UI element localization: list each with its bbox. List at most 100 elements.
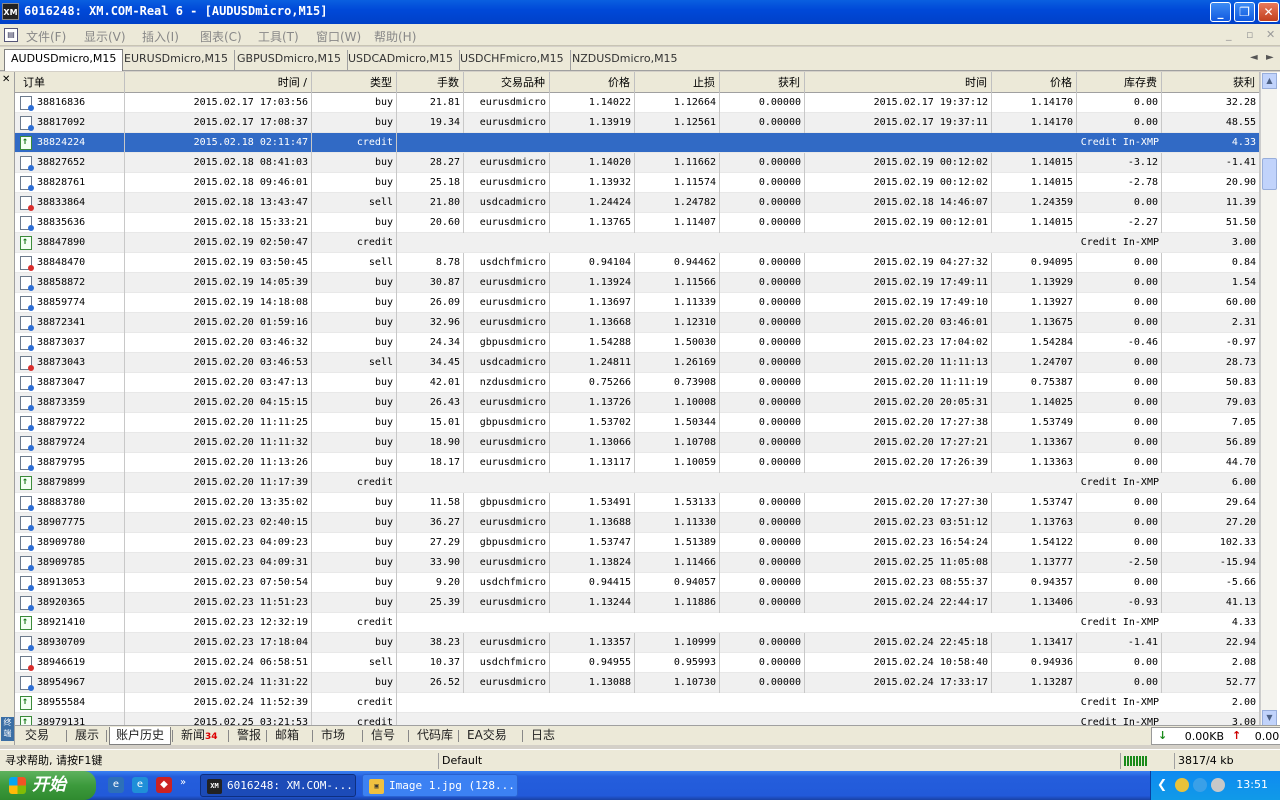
table-row[interactable]: 38907775 2015.02.23 02:40:15 buy 36.27 eurus… xyxy=(15,513,1260,533)
close-button[interactable]: ✕ xyxy=(1258,2,1279,22)
table-row[interactable]: 38873047 2015.02.20 03:47:13 buy 42.01 nzdus… xyxy=(15,373,1260,393)
menu-tools[interactable]: 工具(T) xyxy=(258,28,299,45)
mdi-minimize-button[interactable]: _ xyxy=(1226,28,1232,41)
cell-type: buy xyxy=(312,93,397,113)
table-row[interactable]: 38913053 2015.02.23 07:50:54 buy 9.20 usdchf… xyxy=(15,573,1260,593)
column-header-take-profit[interactable]: 获利 xyxy=(720,72,805,93)
chart-tab-nzdusd[interactable]: NZDUSDmicro,M15 xyxy=(566,50,684,70)
chart-tab-audusd[interactable]: AUDUSDmicro,M15 xyxy=(4,49,124,71)
table-row[interactable]: 389555842015.02.24 11:52:39credit Credit … xyxy=(15,693,1260,713)
terminal-tab-7[interactable]: 信号 xyxy=(365,727,401,745)
chart-tab-gbpusd[interactable]: GBPUSDmicro,M15 xyxy=(231,50,349,70)
chart-tab-usdcad[interactable]: USDCADmicro,M15 xyxy=(342,50,460,70)
explorer-quicklaunch-icon[interactable]: e xyxy=(108,777,124,793)
column-header-swap[interactable]: 库存费 xyxy=(1077,72,1162,93)
cell-profit: 4.33 xyxy=(1162,133,1260,153)
terminal-tab-10[interactable]: 日志 xyxy=(525,727,561,745)
chart-tab-usdchf[interactable]: USDCHFmicro,M15 xyxy=(454,50,571,70)
column-header-open-time[interactable]: 时间 / xyxy=(125,72,312,93)
column-header-close-price[interactable]: 价格 xyxy=(992,72,1077,93)
table-row[interactable]: 388242242015.02.18 02:11:47credit Credit … xyxy=(15,133,1260,153)
table-row[interactable]: 38833864 2015.02.18 13:43:47 sell 21.80 usdc… xyxy=(15,193,1260,213)
table-row[interactable]: 38946619 2015.02.24 06:58:51 sell 10.37 usdc… xyxy=(15,653,1260,673)
table-row[interactable]: 38954967 2015.02.24 11:31:22 buy 26.52 eurus… xyxy=(15,673,1260,693)
document-icon[interactable]: ▤ xyxy=(4,28,18,42)
menu-file[interactable]: 文件(F) xyxy=(26,28,66,45)
terminal-tab-5[interactable]: 邮箱 xyxy=(269,727,305,745)
terminal-tab-0[interactable]: 交易 xyxy=(19,727,55,745)
mdi-restore-button[interactable]: ▫ xyxy=(1246,28,1253,41)
menu-view[interactable]: 显示(V) xyxy=(84,28,126,45)
table-row[interactable]: 38879795 2015.02.20 11:13:26 buy 18.17 eurus… xyxy=(15,453,1260,473)
maximize-button[interactable]: ❐ xyxy=(1234,2,1255,22)
table-row[interactable]: 38848470 2015.02.19 03:50:45 sell 8.78 usdch… xyxy=(15,253,1260,273)
table-row[interactable]: 38859774 2015.02.19 14:18:08 buy 26.09 eurus… xyxy=(15,293,1260,313)
table-row[interactable]: 389214102015.02.23 12:32:19credit Credit … xyxy=(15,613,1260,633)
table-row[interactable]: 38835636 2015.02.18 15:33:21 buy 20.60 eurus… xyxy=(15,213,1260,233)
table-row[interactable]: 38909780 2015.02.23 04:09:23 buy 27.29 gbpus… xyxy=(15,533,1260,553)
tab-scroll-right-icon[interactable]: ► xyxy=(1266,52,1274,63)
minimize-button[interactable]: _ xyxy=(1210,2,1231,22)
menu-charts[interactable]: 图表(C) xyxy=(200,28,242,45)
terminal-tab-2[interactable]: 账户历史 xyxy=(109,727,172,745)
table-row[interactable]: 38873037 2015.02.20 03:46:32 buy 24.34 gbpus… xyxy=(15,333,1260,353)
terminal-tab-6[interactable]: 市场 xyxy=(315,727,351,745)
task-image[interactable]: ▣ Image 1.jpg (128... xyxy=(362,774,518,797)
terminal-tab-3[interactable]: 新闻34 xyxy=(175,727,224,745)
column-header-close-time[interactable]: 时间 xyxy=(805,72,992,93)
table-row[interactable]: 38828761 2015.02.18 09:46:01 buy 25.18 eurus… xyxy=(15,173,1260,193)
task-mt4[interactable]: XM 6016248: XM.COM-... xyxy=(200,774,356,797)
column-header-profit[interactable]: 获利 xyxy=(1162,72,1260,93)
column-header-type[interactable]: 类型 xyxy=(312,72,397,93)
start-button[interactable]: 开始 xyxy=(0,771,96,800)
table-row[interactable]: 38827652 2015.02.18 08:41:03 buy 28.27 eurus… xyxy=(15,153,1260,173)
column-header-order[interactable]: 订单 xyxy=(15,72,125,93)
cell-order: 38909780 xyxy=(15,533,125,553)
menu-insert[interactable]: 插入(I) xyxy=(142,28,179,45)
column-header-symbol[interactable]: 交易品种 xyxy=(464,72,550,93)
tray-network-icon[interactable] xyxy=(1193,778,1207,792)
mdi-close-button[interactable]: ✕ xyxy=(1266,28,1275,41)
tray-expand-icon[interactable]: ❮ xyxy=(1157,777,1167,791)
cell-open-time: 2015.02.23 04:09:23 xyxy=(125,533,312,553)
terminal-tab-8[interactable]: 代码库 xyxy=(411,727,459,745)
scroll-thumb[interactable] xyxy=(1262,158,1277,190)
column-header-open-price[interactable]: 价格 xyxy=(550,72,635,93)
table-row[interactable]: 38883780 2015.02.20 13:35:02 buy 11.58 gbpus… xyxy=(15,493,1260,513)
scroll-up-icon[interactable]: ▲ xyxy=(1262,73,1277,89)
vertical-scrollbar[interactable]: ▲ ▼ xyxy=(1260,72,1277,727)
terminal-tab-4[interactable]: 警报 xyxy=(231,727,267,745)
table-row[interactable]: 38873359 2015.02.20 04:15:15 buy 26.43 eurus… xyxy=(15,393,1260,413)
column-header-lots[interactable]: 手数 xyxy=(397,72,464,93)
column-header-stop-loss[interactable]: 止损 xyxy=(635,72,720,93)
cell-close-price: 1.13675 xyxy=(992,313,1077,333)
quicklaunch-more-icon[interactable]: » xyxy=(180,777,186,788)
table-row[interactable]: 38817092 2015.02.17 17:08:37 buy 19.34 eurus… xyxy=(15,113,1260,133)
table-row[interactable]: 38873043 2015.02.20 03:46:53 sell 34.45 usdc… xyxy=(15,353,1260,373)
ie-quicklaunch-icon[interactable]: e xyxy=(132,777,148,793)
table-row[interactable]: 38920365 2015.02.23 11:51:23 buy 25.39 eurus… xyxy=(15,593,1260,613)
terminal-tab-9[interactable]: EA交易 xyxy=(461,727,513,745)
shield-quicklaunch-icon[interactable]: ◆ xyxy=(156,777,172,793)
chart-tab-eurusd[interactable]: EURUSDmicro,M15 xyxy=(118,50,235,70)
cell-symbol: eurusdmicro xyxy=(464,293,550,313)
terminal-close-icon[interactable]: ✕ xyxy=(2,74,10,85)
table-row[interactable]: 38909785 2015.02.23 04:09:31 buy 33.90 eurus… xyxy=(15,553,1260,573)
table-row[interactable]: 38879724 2015.02.20 11:11:32 buy 18.90 eurus… xyxy=(15,433,1260,453)
tab-scroll-left-icon[interactable]: ◄ xyxy=(1250,52,1258,63)
tray-app-icon[interactable] xyxy=(1175,778,1189,792)
table-row[interactable]: 38858872 2015.02.19 14:05:39 buy 30.87 eurus… xyxy=(15,273,1260,293)
table-row[interactable]: 388478902015.02.19 02:50:47credit Credit … xyxy=(15,233,1260,253)
table-row[interactable]: 388798992015.02.20 11:17:39credit Credit … xyxy=(15,473,1260,493)
menu-help[interactable]: 帮助(H) xyxy=(374,28,416,45)
table-row[interactable]: 38879722 2015.02.20 11:11:25 buy 15.01 gbpus… xyxy=(15,413,1260,433)
cell-open-price: 1.54288 xyxy=(550,333,635,353)
table-row[interactable]: 38872341 2015.02.20 01:59:16 buy 32.96 eurus… xyxy=(15,313,1260,333)
menu-window[interactable]: 窗口(W) xyxy=(316,28,361,45)
terminal-tab-1[interactable]: 展示 xyxy=(69,727,105,745)
table-row[interactable]: 38930709 2015.02.23 17:18:04 buy 38.23 eurus… xyxy=(15,633,1260,653)
scroll-down-icon[interactable]: ▼ xyxy=(1262,710,1277,726)
table-row[interactable]: 38816836 2015.02.17 17:03:56 buy 21.81 eurus… xyxy=(15,93,1260,113)
tray-volume-icon[interactable] xyxy=(1211,778,1225,792)
cell-take-profit: 0.00000 xyxy=(720,113,805,133)
